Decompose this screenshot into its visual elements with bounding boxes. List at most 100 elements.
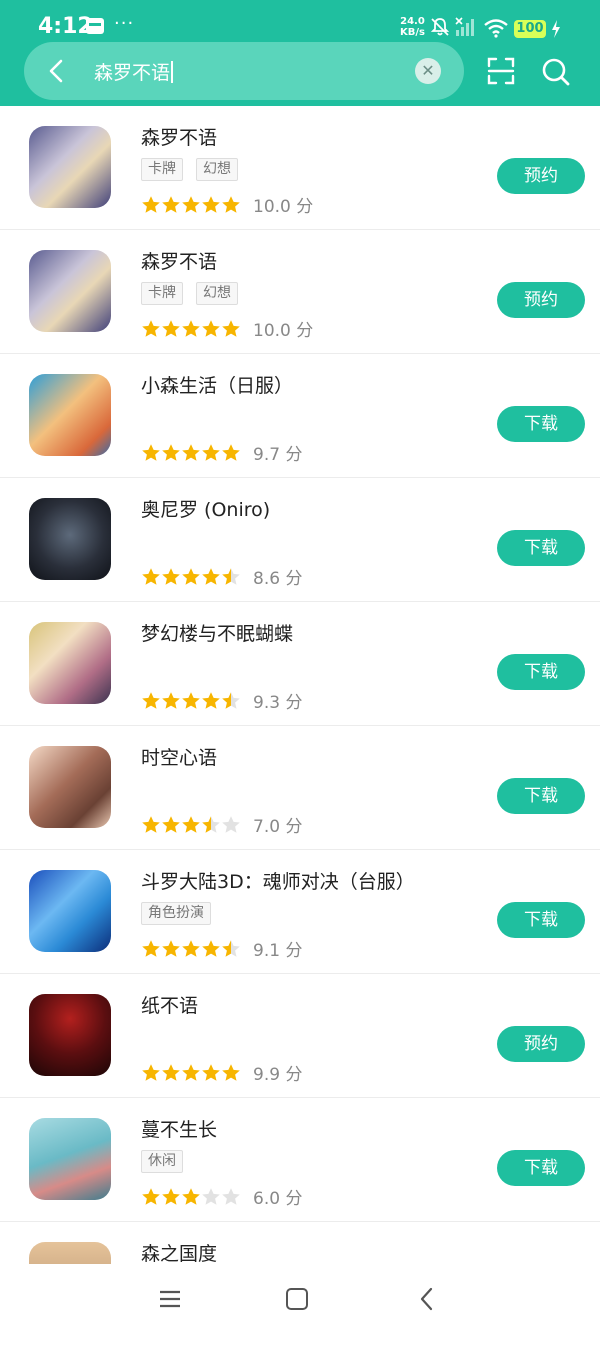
app-icon[interactable]: [29, 374, 111, 456]
tag: 卡牌: [141, 282, 183, 305]
app-title[interactable]: 梦幻楼与不眠蝴蝶: [141, 619, 293, 646]
search-result-list: 森罗不语 卡牌 幻想 10.0 分 预约 森罗不语 卡牌 幻想 10.0 分 预约 …: [0, 106, 600, 1346]
app-title[interactable]: 森罗不语: [141, 247, 217, 274]
list-item[interactable]: 小森生活（日服） 9.7 分 下载: [0, 354, 600, 478]
star-icon: [141, 815, 161, 834]
list-item[interactable]: 纸不语 9.9 分 预约: [0, 974, 600, 1098]
search-input[interactable]: 森罗不语: [94, 58, 174, 85]
app-icon[interactable]: [29, 498, 111, 580]
star-rating: [141, 939, 241, 958]
star-icon: [181, 567, 201, 586]
app-icon[interactable]: [29, 994, 111, 1076]
download-button[interactable]: 下载: [497, 778, 585, 814]
list-item[interactable]: 梦幻楼与不眠蝴蝶 9.3 分 下载: [0, 602, 600, 726]
tag-list: 角色扮演: [141, 902, 224, 925]
star-icon: [221, 1187, 241, 1206]
star-icon: [221, 195, 241, 214]
star-icon: [181, 319, 201, 338]
star-rating: [141, 319, 241, 338]
list-item[interactable]: 时空心语 7.0 分 下载: [0, 726, 600, 850]
search-icon[interactable]: [541, 57, 571, 87]
tag-list: 卡牌 幻想: [141, 158, 251, 181]
star-icon: [161, 443, 181, 462]
back-arrow-icon[interactable]: [42, 56, 72, 86]
tag: 幻想: [196, 158, 238, 181]
list-item[interactable]: 森罗不语 卡牌 幻想 10.0 分 预约: [0, 106, 600, 230]
app-title[interactable]: 森罗不语: [141, 123, 217, 150]
app-title[interactable]: 奥尼罗 (Oniro): [141, 495, 270, 522]
download-button[interactable]: 下载: [497, 530, 585, 566]
app-title[interactable]: 时空心语: [141, 743, 217, 770]
rating: 6.0 分: [141, 1184, 302, 1209]
app-icon[interactable]: [29, 126, 111, 208]
star-icon: [201, 1187, 221, 1206]
status-bar: 4:12 ··· 24.0 KB/s 100: [0, 0, 600, 46]
score-text: 10.0 分: [253, 321, 314, 341]
score-text: 10.0 分: [253, 197, 314, 217]
network-speed: 24.0 KB/s: [400, 16, 425, 38]
star-icon: [161, 195, 181, 214]
list-item[interactable]: 奥尼罗 (Oniro) 8.6 分 下载: [0, 478, 600, 602]
reserve-button[interactable]: 预约: [497, 282, 585, 318]
star-rating: [141, 691, 241, 710]
search-bar[interactable]: 森罗不语 ✕: [24, 42, 464, 100]
system-nav-bar: [0, 1264, 600, 1333]
star-icon: [161, 567, 181, 586]
app-icon[interactable]: [29, 870, 111, 952]
calendar-icon: [86, 18, 104, 34]
app-title[interactable]: 森之国度: [141, 1239, 217, 1266]
search-query: 森罗不语: [94, 62, 171, 84]
app-title[interactable]: 蔓不生长: [141, 1115, 217, 1142]
tag: 休闲: [141, 1150, 183, 1173]
star-rating: [141, 443, 241, 462]
rating: 7.0 分: [141, 812, 302, 837]
home-icon[interactable]: [286, 1288, 308, 1310]
signal-icon: [455, 17, 474, 36]
star-rating: [141, 195, 241, 214]
star-icon: [221, 815, 241, 834]
app-icon[interactable]: [29, 250, 111, 332]
star-icon: [141, 567, 161, 586]
list-item[interactable]: 蔓不生长 休闲 6.0 分 下载: [0, 1098, 600, 1222]
scan-icon[interactable]: [486, 56, 516, 86]
app-title[interactable]: 斗罗大陆3D：魂师对决（台服）: [141, 867, 415, 894]
reserve-button[interactable]: 预约: [497, 158, 585, 194]
download-button[interactable]: 下载: [497, 654, 585, 690]
score-text: 9.7 分: [253, 445, 303, 465]
score-text: 8.6 分: [253, 569, 303, 589]
star-icon: [201, 691, 221, 710]
star-icon: [221, 567, 241, 586]
app-title[interactable]: 小森生活（日服）: [141, 371, 293, 398]
star-rating: [141, 815, 241, 834]
rating: 9.1 分: [141, 936, 302, 961]
tag: 卡牌: [141, 158, 183, 181]
recent-apps-icon[interactable]: [158, 1288, 182, 1310]
star-icon: [201, 567, 221, 586]
back-icon[interactable]: [416, 1286, 438, 1312]
star-icon: [221, 939, 241, 958]
rating: 10.0 分: [141, 316, 313, 341]
battery-level: 100: [514, 20, 546, 38]
star-icon: [221, 443, 241, 462]
app-icon[interactable]: [29, 746, 111, 828]
app-icon[interactable]: [29, 622, 111, 704]
score-text: 7.0 分: [253, 817, 303, 837]
star-icon: [221, 1063, 241, 1082]
list-item[interactable]: 森罗不语 卡牌 幻想 10.0 分 预约: [0, 230, 600, 354]
network-speed-value: 24.0: [400, 16, 425, 27]
star-icon: [141, 319, 161, 338]
star-icon: [181, 691, 201, 710]
app-icon[interactable]: [29, 1118, 111, 1200]
mute-bell-icon: [430, 18, 450, 36]
list-item[interactable]: 斗罗大陆3D：魂师对决（台服） 角色扮演 9.1 分 下载: [0, 850, 600, 974]
reserve-button[interactable]: 预约: [497, 1026, 585, 1062]
app-title[interactable]: 纸不语: [141, 991, 198, 1018]
download-button[interactable]: 下载: [497, 1150, 585, 1186]
download-button[interactable]: 下载: [497, 406, 585, 442]
rating: 9.7 分: [141, 440, 302, 465]
clear-search-button[interactable]: ✕: [415, 58, 441, 84]
star-icon: [201, 815, 221, 834]
rating: 8.6 分: [141, 564, 302, 589]
download-button[interactable]: 下载: [497, 902, 585, 938]
star-icon: [141, 1063, 161, 1082]
